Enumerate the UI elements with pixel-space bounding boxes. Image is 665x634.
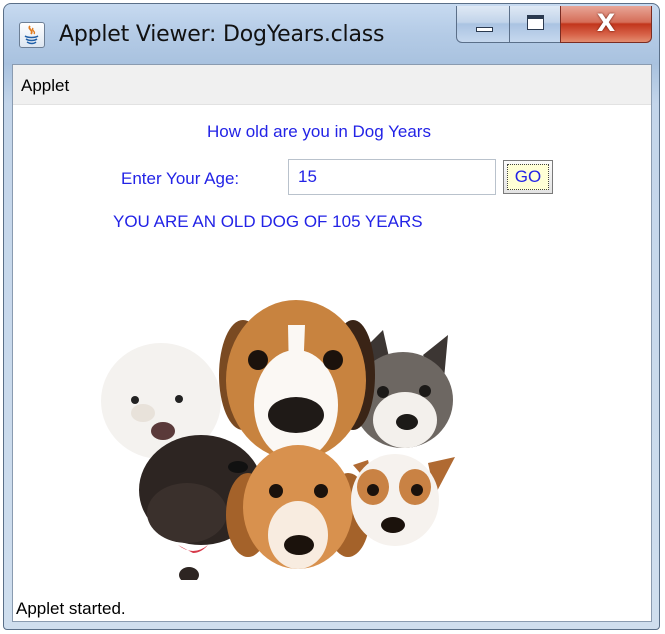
applet-heading: How old are you in Dog Years bbox=[207, 122, 431, 141]
minimize-button[interactable] bbox=[456, 6, 510, 43]
java-icon[interactable] bbox=[19, 22, 45, 48]
beagle-puppy-icon bbox=[219, 300, 375, 460]
close-icon: X bbox=[596, 9, 616, 37]
status-bar-text: Applet started. bbox=[16, 599, 126, 618]
applet-panel: How old are you in Dog Years Enter Your … bbox=[13, 105, 651, 605]
menu-applet[interactable]: Applet bbox=[21, 76, 69, 96]
menu-bar: Applet bbox=[13, 65, 651, 105]
go-button-label: GO bbox=[507, 164, 549, 190]
window-title: Applet Viewer: DogYears.class bbox=[59, 22, 385, 47]
title-bar[interactable]: Applet Viewer: DogYears.class X bbox=[4, 4, 659, 62]
close-button[interactable]: X bbox=[560, 6, 652, 43]
dogs-image bbox=[101, 300, 455, 580]
age-input[interactable] bbox=[288, 159, 496, 195]
terrier-puppy-icon bbox=[351, 454, 455, 546]
age-label: Enter Your Age: bbox=[121, 169, 240, 188]
maximize-icon bbox=[527, 15, 544, 30]
applet-viewer-window: Applet Viewer: DogYears.class X Applet H… bbox=[3, 3, 660, 630]
go-button[interactable]: GO bbox=[503, 160, 553, 194]
maximize-button[interactable] bbox=[509, 6, 561, 43]
result-text: YOU ARE AN OLD DOG OF 105 YEARS bbox=[113, 212, 423, 231]
minimize-icon bbox=[476, 27, 493, 32]
client-area: Applet How old are you in Dog Years Ente… bbox=[12, 64, 652, 622]
